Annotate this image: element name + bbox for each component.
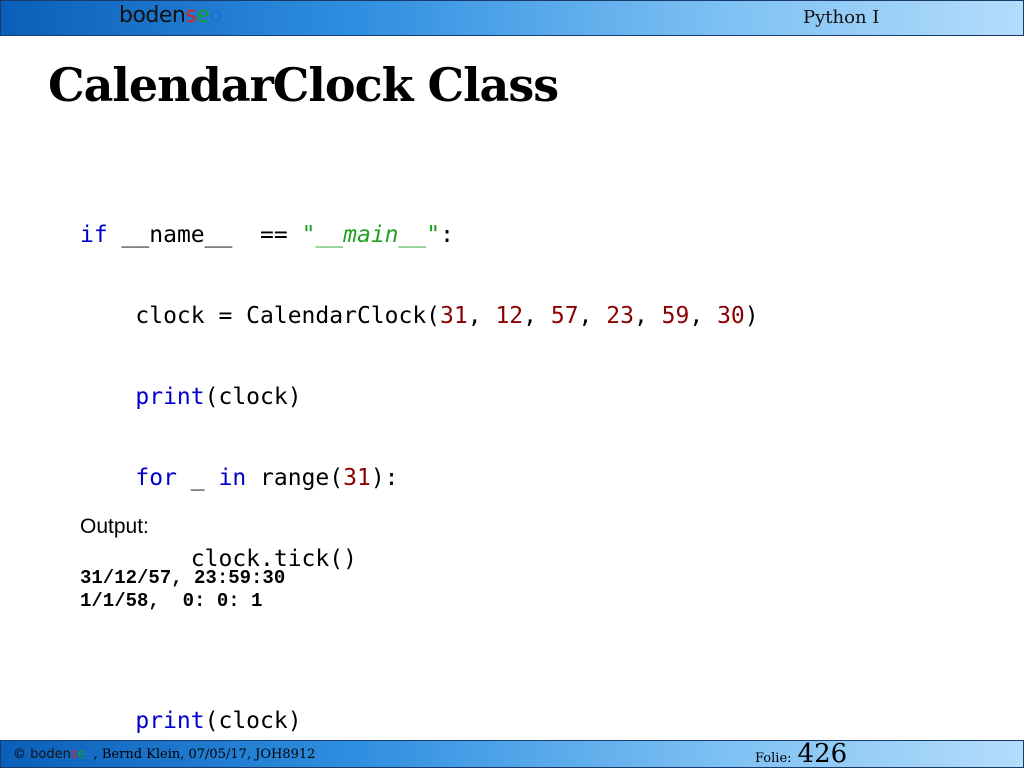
code-text: ) [744, 303, 759, 329]
code-keyword-for: for [135, 465, 177, 491]
folie-number: 426 [797, 739, 848, 769]
code-keyword-if: if [80, 222, 108, 248]
code-string: __main__ [315, 222, 427, 248]
output-line-1: 31/12/57, 23:59:30 [80, 567, 286, 589]
code-operator: == [260, 222, 302, 248]
code-line-4: for _ in range(31): [80, 465, 759, 492]
logo-text-boden: boden [119, 3, 186, 28]
code-text: range( [246, 465, 344, 491]
code-line-3: print(clock) [80, 384, 759, 411]
code-text: , [633, 303, 662, 329]
code-text: clock = CalendarClock( [135, 303, 441, 329]
code-number: 59 [661, 303, 690, 329]
code-text: ): [370, 465, 399, 491]
logo-text-e: e [196, 3, 210, 28]
output-line-2: 1/1/58, 0: 0: 1 [80, 590, 263, 612]
code-number: 30 [717, 303, 745, 329]
code-block: if __name__ == "__main__": clock = Calen… [80, 168, 759, 762]
code-number: 31 [440, 303, 468, 329]
code-keyword-print: print [135, 384, 205, 410]
logo-text-e: e [77, 747, 86, 762]
header-bar: bodenseo Python I [0, 0, 1024, 36]
code-text: , [578, 303, 607, 329]
footer-credits: © bodenseo, Bernd Klein, 07/05/17, JOH89… [13, 747, 315, 762]
bodenseo-logo: bodenseo [119, 3, 223, 28]
slide-title: CalendarClock Class [48, 58, 559, 112]
code-number: 12 [495, 303, 524, 329]
code-line-1: if __name__ == "__main__": [80, 222, 759, 249]
code-text: (clock) [204, 384, 302, 410]
code-text: _ [176, 465, 219, 491]
code-string-quote: " [301, 222, 316, 248]
logo-text-s: s [185, 3, 197, 28]
code-string-quote: " [426, 222, 441, 248]
logo-text-boden: boden [30, 747, 71, 762]
code-text: , [467, 303, 496, 329]
code-text: , [689, 303, 718, 329]
code-number: 57 [550, 303, 579, 329]
course-title: Python I [803, 7, 880, 28]
output-block: 31/12/57, 23:59:30 1/1/58, 0: 0: 1 [80, 567, 285, 613]
code-number: 31 [343, 465, 371, 491]
logo-text-o: o [85, 747, 94, 762]
author-info: , Bernd Klein, 07/05/17, JOH8912 [93, 747, 316, 762]
code-text: __name__ [107, 222, 261, 248]
code-keyword-print: print [135, 708, 205, 734]
code-number: 23 [606, 303, 634, 329]
logo-text-s: s [70, 747, 78, 762]
output-label: Output: [80, 515, 149, 538]
footer-bodenseo-logo: bodenseo [30, 747, 93, 762]
slide-number-area: Folie: 426 [755, 741, 847, 767]
code-text: : [440, 222, 454, 248]
logo-text-o: o [209, 3, 223, 28]
code-text: , [523, 303, 551, 329]
code-keyword-in: in [218, 465, 247, 491]
code-line-7: print(clock) [80, 708, 759, 735]
folie-label: Folie: [755, 751, 792, 766]
code-line-2: clock = CalendarClock(31, 12, 57, 23, 59… [80, 303, 759, 330]
footer-bar: © bodenseo, Bernd Klein, 07/05/17, JOH89… [0, 740, 1024, 768]
copyright-symbol: © [13, 747, 31, 762]
code-text: (clock) [204, 708, 302, 734]
